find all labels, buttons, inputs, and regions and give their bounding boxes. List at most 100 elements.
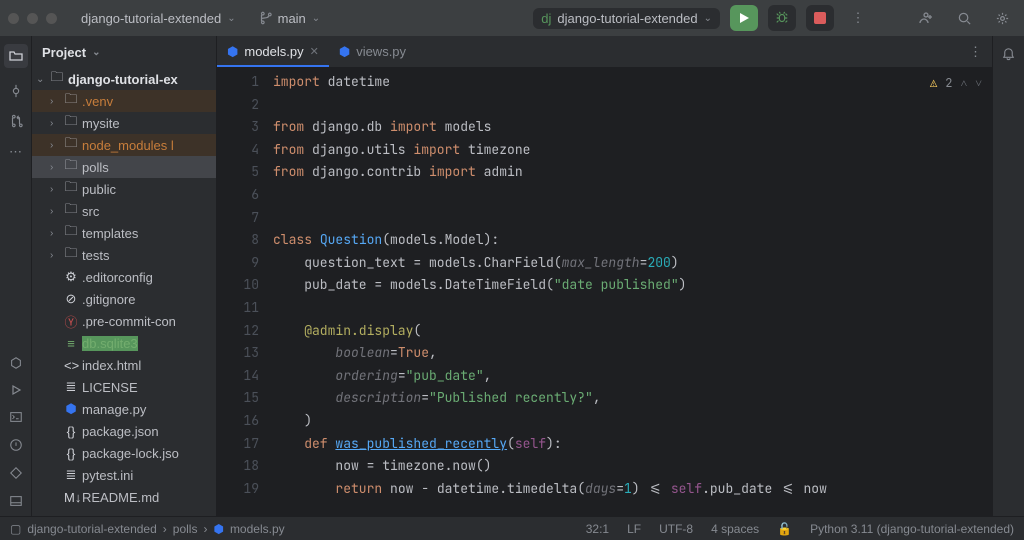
editor-tabs: ⬢ models.py ✕ ⬢ views.py ⋮ <box>217 36 992 68</box>
chevron-down-icon: ⌄ <box>227 13 235 24</box>
tree-item-label: tests <box>82 248 109 263</box>
readonly-icon[interactable]: 🔓 <box>777 522 792 536</box>
tree-item[interactable]: {}package.json <box>32 420 216 442</box>
tree-item[interactable]: ›🗀polls <box>32 156 216 178</box>
run-button[interactable] <box>730 5 758 31</box>
commit-icon <box>9 84 23 98</box>
file-icon: 🗀 <box>64 178 78 200</box>
folder-icon <box>8 48 24 64</box>
run-config-selector[interactable]: dj django-tutorial-extended ⌄ <box>533 8 720 29</box>
zoom-dot[interactable] <box>46 13 57 24</box>
file-icon: ⊘ <box>64 291 78 307</box>
search-button[interactable] <box>950 5 978 31</box>
folder-icon: 🗀 <box>50 68 64 90</box>
chevron-down-icon[interactable]: ˅ <box>975 72 982 95</box>
tree-item[interactable]: › 🗀 templates <box>32 222 216 244</box>
project-panel-header[interactable]: Project ⌄ <box>32 36 216 68</box>
tab-more-button[interactable]: ⋮ <box>959 36 992 67</box>
code-content[interactable]: import datetime from django.db import mo… <box>273 68 992 516</box>
tree-item[interactable]: <> index.html <box>32 354 216 376</box>
notifications-button[interactable] <box>1001 46 1016 61</box>
branch-icon <box>258 11 272 25</box>
branch-selector[interactable]: main ⌄ <box>252 7 327 30</box>
tree-item-label: mysite <box>82 116 120 131</box>
tree-item[interactable]: ≣pytest.ini <box>32 464 216 486</box>
tree-item[interactable]: Ⓨ.pre-commit-con <box>32 310 216 332</box>
chevron-right-icon: › <box>50 206 60 217</box>
tree-item[interactable]: {}package-lock.jso <box>32 442 216 464</box>
run-tool-button[interactable] <box>10 384 22 396</box>
settings-button[interactable] <box>988 5 1016 31</box>
tree-item-label: .editorconfig <box>82 270 153 285</box>
project-panel-title: Project <box>42 45 86 60</box>
line-separator[interactable]: LF <box>627 522 641 536</box>
tree-item-label: .pre-commit-con <box>82 314 176 329</box>
file-icon: ⚙ <box>64 269 78 285</box>
close-dot[interactable] <box>8 13 19 24</box>
search-icon <box>957 11 972 26</box>
tree-item[interactable]: ⊘.gitignore <box>32 288 216 310</box>
chevron-right-icon: › <box>50 228 60 239</box>
more-run-button[interactable]: ⋮ <box>844 5 872 31</box>
code-with-me-button[interactable] <box>912 5 940 31</box>
tab-views[interactable]: ⬢ views.py <box>329 36 416 67</box>
breadcrumb[interactable]: ▢ django-tutorial-extended › polls › ⬢ m… <box>10 522 285 536</box>
inspection-widget[interactable]: ⚠ 2 ˄ ˅ <box>930 72 982 95</box>
tree-item[interactable]: ›🗀public <box>32 178 216 200</box>
git-icon <box>9 466 23 480</box>
structure-tool-button[interactable] <box>9 114 23 128</box>
tree-item[interactable]: ≣LICENSE <box>32 376 216 398</box>
breadcrumb-item[interactable]: models.py <box>230 522 285 536</box>
commit-tool-button[interactable] <box>9 84 23 98</box>
interpreter-widget[interactable]: Python 3.11 (django-tutorial-extended) <box>810 522 1014 536</box>
project-selector[interactable]: django-tutorial-extended ⌄ <box>75 7 242 30</box>
tree-item[interactable]: › 🗀 src <box>32 200 216 222</box>
terminal-tool-button[interactable] <box>9 410 23 424</box>
tree-item-label: manage.py <box>82 402 146 417</box>
project-panel: Project ⌄ ⌄ 🗀 django-tutorial-ex ›🗀.venv… <box>32 36 217 516</box>
debug-button[interactable] <box>768 5 796 31</box>
breadcrumb-item[interactable]: django-tutorial-extended <box>27 522 156 536</box>
tree-item[interactable]: ›🗀.venv <box>32 90 216 112</box>
breadcrumb-item[interactable]: polls <box>173 522 198 536</box>
file-encoding[interactable]: UTF-8 <box>659 522 693 536</box>
minimize-dot[interactable] <box>27 13 38 24</box>
tree-item[interactable]: M↓README.md <box>32 486 216 508</box>
code-editor[interactable]: ⚠ 2 ˄ ˅ 12345678910111213141516171819 im… <box>217 68 992 516</box>
collapse-tool-button[interactable] <box>9 494 23 508</box>
tree-item-label: src <box>82 204 99 219</box>
python-packages-button[interactable] <box>9 356 23 370</box>
more-tool-button[interactable]: ⋯ <box>9 144 22 160</box>
right-tool-rail <box>992 36 1024 516</box>
tree-item-label: templates <box>82 226 138 241</box>
chevron-right-icon: › <box>163 522 167 536</box>
warning-icon <box>9 438 23 452</box>
tree-item[interactable]: ⬢manage.py <box>32 398 216 420</box>
tab-models[interactable]: ⬢ models.py ✕ <box>217 36 329 67</box>
tree-item-label: package-lock.jso <box>82 446 179 461</box>
tree-root[interactable]: ⌄ 🗀 django-tutorial-ex <box>32 68 216 90</box>
tree-item[interactable]: ›🗀mysite <box>32 112 216 134</box>
file-icon: 🗀 <box>64 222 78 244</box>
indent-widget[interactable]: 4 spaces <box>711 522 759 536</box>
tree-item-label: node_modules l <box>82 138 174 153</box>
chevron-right-icon: › <box>203 522 207 536</box>
problems-tool-button[interactable] <box>9 438 23 452</box>
chevron-right-icon: › <box>50 162 60 173</box>
tree-item[interactable]: ›🗀node_modules l <box>32 134 216 156</box>
pull-requests-icon <box>9 114 23 128</box>
cursor-position[interactable]: 32:1 <box>586 522 609 536</box>
tree-item[interactable]: ›🗀tests <box>32 244 216 266</box>
chevron-right-icon: › <box>50 140 60 151</box>
stop-button[interactable] <box>806 5 834 31</box>
project-tool-button[interactable] <box>4 44 28 68</box>
close-icon[interactable]: ✕ <box>310 45 319 58</box>
vcs-tool-button[interactable] <box>9 466 23 480</box>
tree-item-label: index.html <box>82 358 141 373</box>
file-icon: 🗀 <box>64 200 78 222</box>
chevron-up-icon[interactable]: ˄ <box>960 72 967 95</box>
python-icon: ⬢ <box>213 522 223 536</box>
tree-item[interactable]: ≡db.sqlite3 <box>32 332 216 354</box>
file-icon: <> <box>64 358 78 373</box>
tree-item[interactable]: ⚙ .editorconfig <box>32 266 216 288</box>
